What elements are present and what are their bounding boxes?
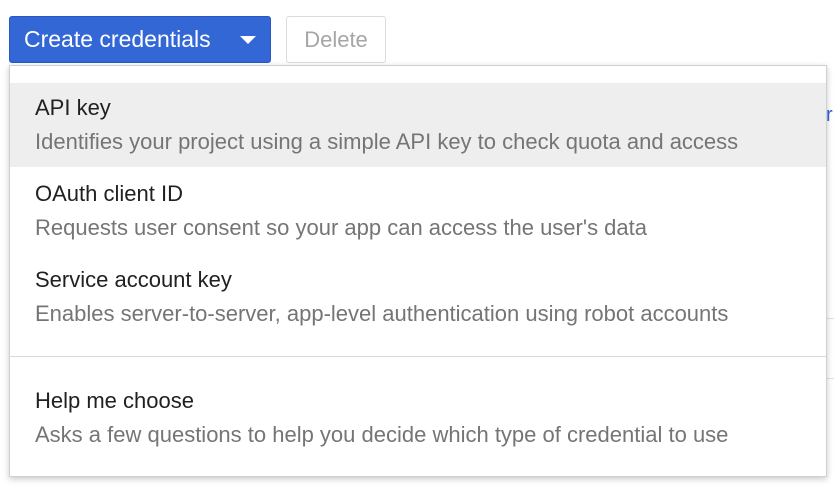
background-divider bbox=[827, 318, 834, 319]
menu-item-help-me-choose[interactable]: Help me choose Asks a few questions to h… bbox=[10, 372, 826, 462]
create-credentials-button[interactable]: Create credentials bbox=[9, 16, 271, 63]
create-credentials-label: Create credentials bbox=[24, 26, 211, 52]
menu-item-description: Identifies your project using a simple A… bbox=[35, 129, 739, 154]
menu-item-title: OAuth client ID bbox=[35, 181, 183, 206]
background-divider bbox=[827, 378, 834, 379]
menu-item-title: Service account key bbox=[35, 267, 232, 292]
menu-divider bbox=[10, 356, 826, 357]
menu-item-title: API key bbox=[35, 95, 111, 120]
create-credentials-menu: API key Identifies your project using a … bbox=[9, 65, 827, 477]
menu-item-title: Help me choose bbox=[35, 388, 194, 413]
delete-button[interactable]: Delete bbox=[286, 16, 386, 63]
menu-item-description: Enables server-to-server, app-level auth… bbox=[35, 301, 729, 326]
toolbar: Create credentials Delete bbox=[0, 0, 834, 64]
menu-item-oauth-client-id[interactable]: OAuth client ID Requests user consent so… bbox=[10, 167, 826, 253]
background-link-fragment: r bbox=[826, 104, 833, 126]
menu-item-description: Requests user consent so your app can ac… bbox=[35, 215, 647, 240]
menu-item-api-key[interactable]: API key Identifies your project using a … bbox=[10, 83, 826, 167]
menu-item-service-account-key[interactable]: Service account key Enables server-to-se… bbox=[10, 253, 826, 339]
menu-item-description: Asks a few questions to help you decide … bbox=[35, 422, 729, 447]
caret-down-icon bbox=[240, 36, 256, 44]
